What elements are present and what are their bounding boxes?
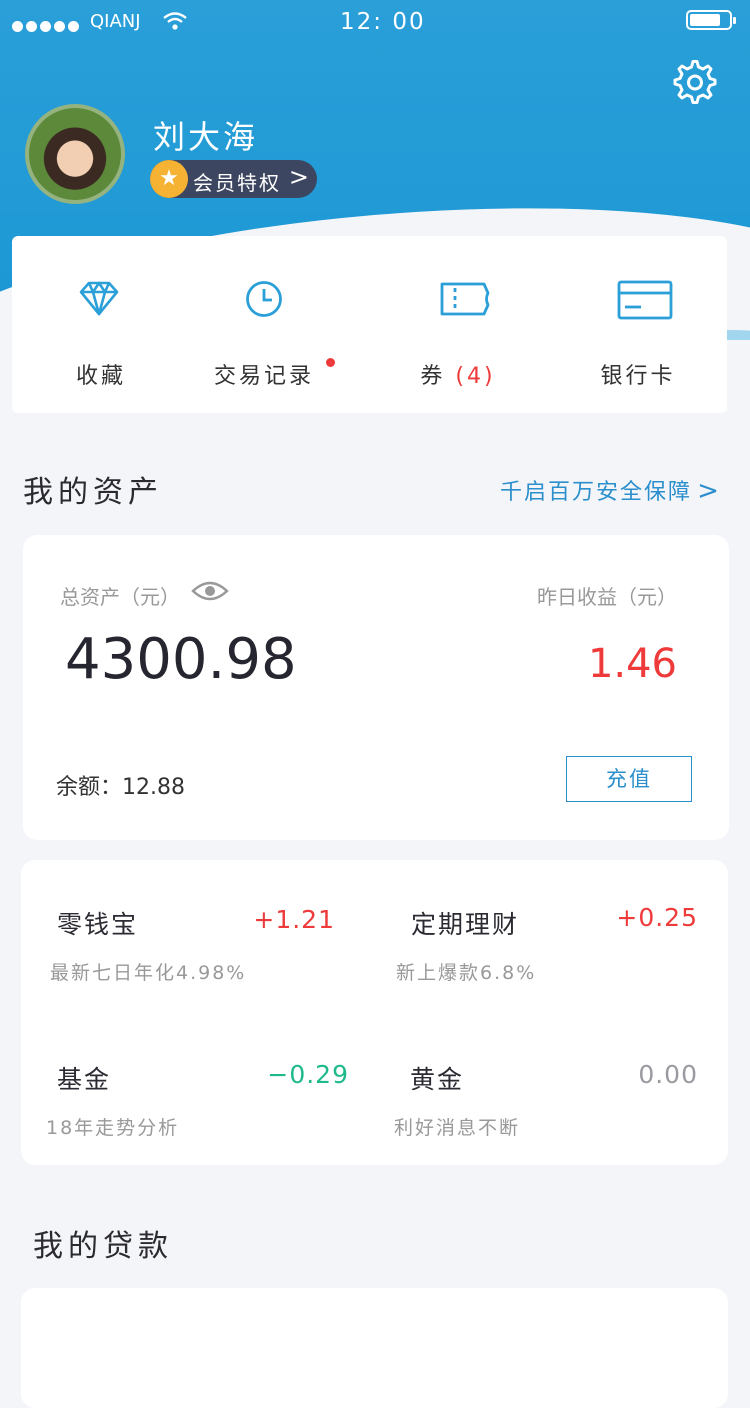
chevron-right-icon: >: [697, 476, 721, 506]
user-name: 刘大海: [153, 118, 259, 156]
product-fund[interactable]: 基金 −0.29 18年走势分析: [21, 1015, 371, 1165]
product-change: +0.25: [616, 903, 698, 932]
product-gold[interactable]: 黄金 0.00 利好消息不断: [371, 1015, 728, 1165]
eye-icon[interactable]: [191, 577, 229, 605]
quick-action-bank-card[interactable]: 银行卡: [549, 236, 727, 413]
coupon-label: 券: [420, 364, 446, 389]
products-card: 零钱宝 +1.21 最新七日年化4.98% 定期理财 +0.25 新上爆款6.8…: [21, 860, 728, 1165]
notification-dot: [326, 358, 335, 367]
product-subtitle: 最新七日年化4.98%: [50, 962, 247, 984]
product-change: 0.00: [638, 1060, 698, 1089]
product-name: 黄金: [410, 1065, 465, 1094]
assets-card: 总资产（元） 4300.98 昨日收益（元） 1.46 余额：12.88 充值: [23, 535, 729, 840]
total-assets-label: 总资产（元）: [60, 585, 180, 609]
quick-action-label: 银行卡: [600, 364, 676, 389]
avatar[interactable]: [25, 104, 125, 204]
product-lingqianbao[interactable]: 零钱宝 +1.21 最新七日年化4.98%: [21, 860, 371, 1010]
quick-action-transactions[interactable]: 交易记录: [175, 236, 353, 413]
vip-privilege-button[interactable]: ★ 会员特权 >: [150, 160, 317, 198]
quick-action-label: 收藏: [75, 364, 126, 389]
balance-row: 余额：12.88: [56, 769, 185, 801]
product-fixed-term[interactable]: 定期理财 +0.25 新上爆款6.8%: [371, 860, 728, 1010]
product-change: −0.29: [267, 1060, 349, 1089]
star-icon: ★: [150, 160, 188, 198]
product-name: 基金: [57, 1065, 112, 1094]
product-change: +1.21: [253, 905, 335, 934]
battery-icon: [686, 10, 736, 30]
security-guarantee-link[interactable]: 千启百万安全保障 >: [500, 474, 721, 506]
balance-value: 12.88: [122, 775, 185, 800]
signal-icon: [12, 13, 82, 37]
quick-action-favorites[interactable]: 收藏: [12, 236, 190, 413]
wifi-icon: [163, 12, 187, 30]
assets-section-title: 我的资产: [23, 475, 163, 510]
yesterday-earnings-value: 1.46: [587, 641, 677, 687]
balance-label: 余额：: [56, 775, 123, 800]
settings-gear-icon[interactable]: [672, 60, 718, 106]
carrier-name: QIANJ: [90, 11, 141, 32]
vip-label: 会员特权: [193, 171, 281, 195]
loans-card[interactable]: [21, 1288, 728, 1408]
quick-action-coupons[interactable]: 券 (4): [369, 236, 547, 413]
status-time: 12: 00: [340, 9, 426, 35]
quick-actions-panel: 收藏 交易记录 券 (4) 银行卡: [12, 236, 727, 413]
ticket-icon: [440, 282, 490, 316]
product-subtitle: 利好消息不断: [394, 1117, 521, 1139]
product-subtitle: 18年走势分析: [46, 1117, 180, 1139]
bank-card-icon: [617, 280, 673, 320]
product-name: 定期理财: [411, 910, 520, 939]
clock-icon: [246, 281, 282, 317]
coupon-count: (4): [455, 364, 496, 389]
diamond-icon: [79, 281, 119, 316]
product-subtitle: 新上爆款6.8%: [396, 962, 537, 984]
yesterday-earnings-label: 昨日收益（元）: [537, 585, 677, 609]
chevron-right-icon: >: [288, 163, 309, 191]
loans-section-title: 我的贷款: [33, 1229, 173, 1264]
recharge-button[interactable]: 充值: [566, 756, 692, 802]
security-guarantee-label: 千启百万安全保障: [500, 480, 693, 505]
total-assets-value: 4300.98: [65, 627, 297, 692]
quick-action-label: 券 (4): [369, 358, 547, 390]
product-name: 零钱宝: [57, 910, 139, 939]
